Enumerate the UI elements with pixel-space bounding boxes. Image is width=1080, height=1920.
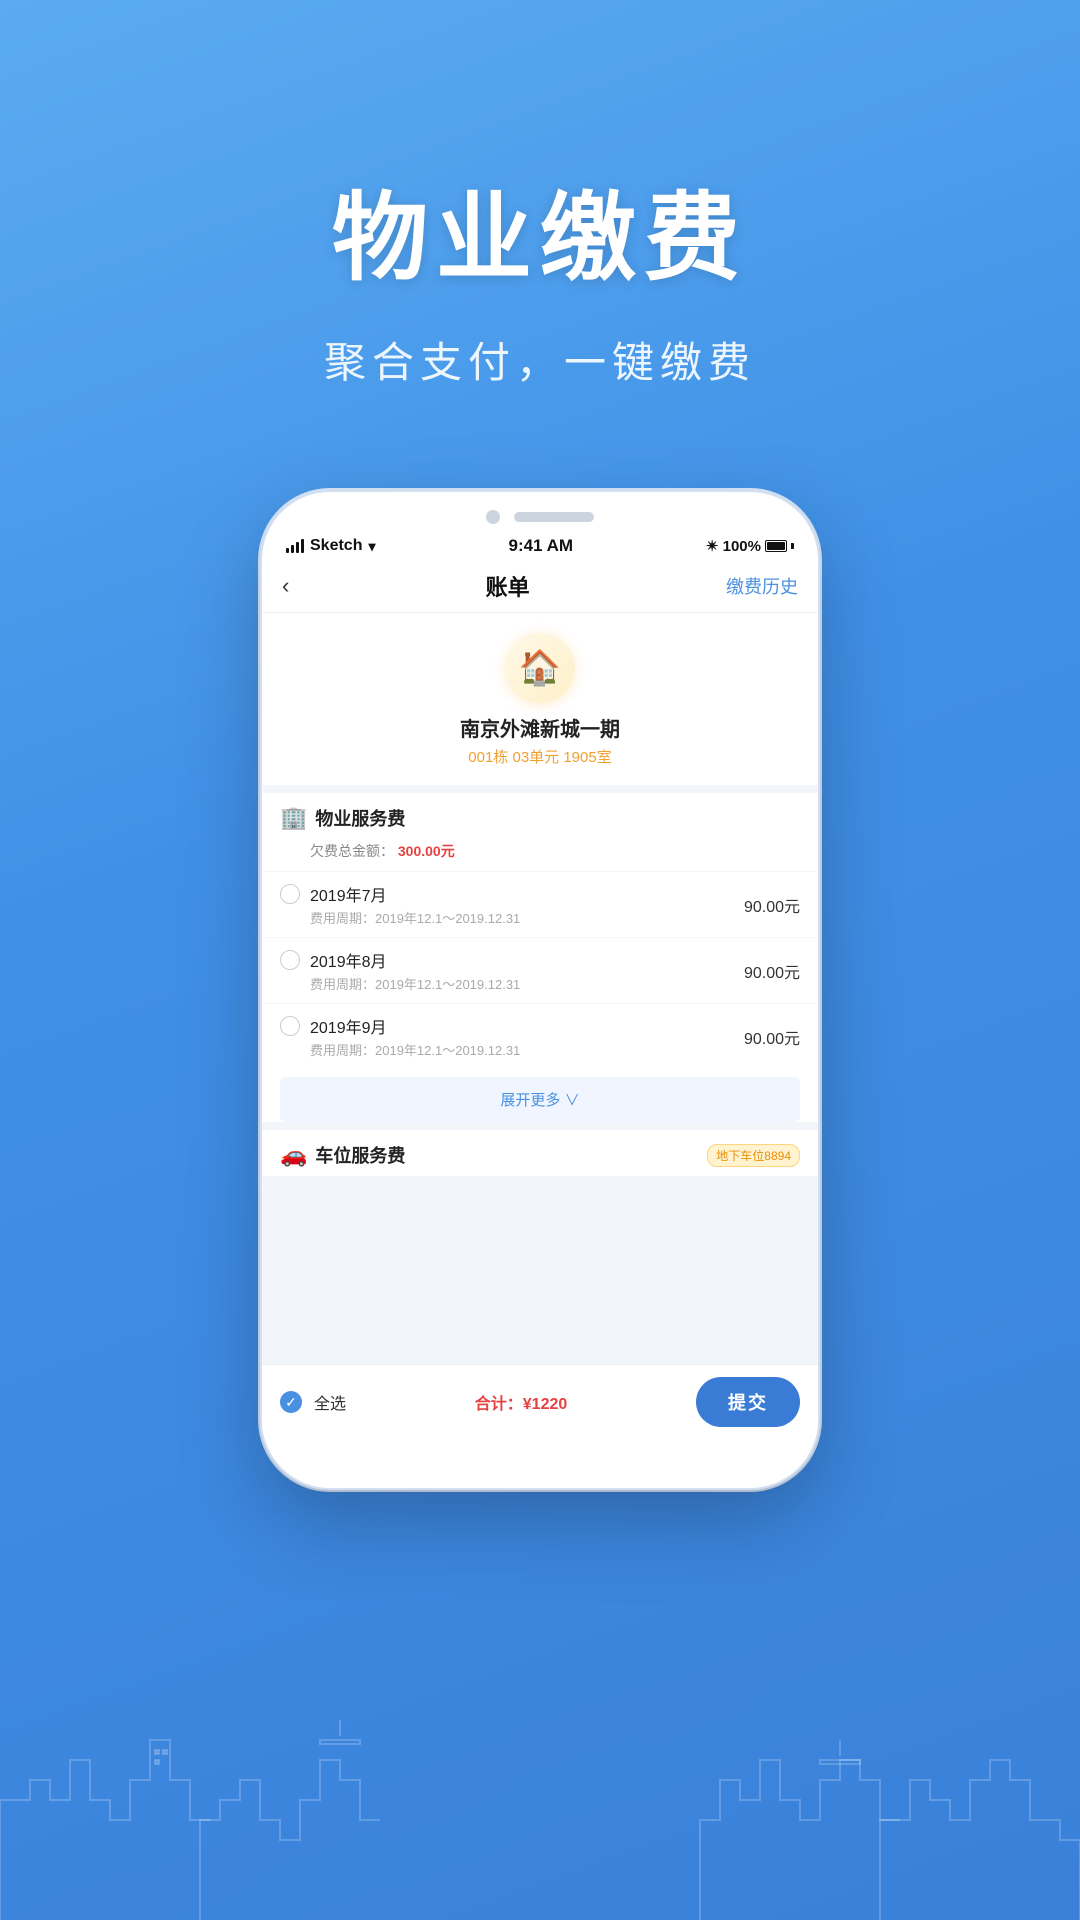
fee-owed-label: 欠费总金额： <box>310 843 394 859</box>
property-address: 001栋 03单元 1905室 <box>468 746 611 767</box>
battery-percent: 100% <box>723 538 761 555</box>
fee-item[interactable]: 2019年9月 费用周期：2019年12.1～2019.12.31 90.00元 <box>262 1003 818 1069</box>
fee-owed-row: 欠费总金额： 300.00元 <box>262 839 818 871</box>
fee-item[interactable]: 2019年7月 费用周期：2019年12.1～2019.12.31 90.00元 <box>262 871 818 937</box>
select-all-label: 全选 <box>314 1390 346 1414</box>
fee-item-price: 90.00元 <box>744 893 800 917</box>
battery-icon <box>765 540 787 552</box>
expand-more-button[interactable]: 展开更多 ∨ <box>280 1077 800 1122</box>
submit-button[interactable]: 提交 <box>696 1377 800 1427</box>
property-header: 🏠 南京外滩新城一期 001栋 03单元 1905室 <box>262 613 818 785</box>
fee-item-period: 费用周期：2019年12.1～2019.12.31 <box>310 1040 734 1059</box>
fee-owed-amount: 300.00元 <box>398 843 455 859</box>
phone-container: Sketch ▾ 9:41 AM ✴ 100% ‹ 账单 缴费历史 <box>0 490 1080 1490</box>
property-name: 南京外滩新城一期 <box>460 713 620 742</box>
fee-item-period: 费用周期：2019年12.1～2019.12.31 <box>310 974 734 993</box>
hero-title: 物业缴费 <box>0 160 1080 299</box>
expand-label: 展开更多 ∨ <box>500 1089 579 1110</box>
signal-icon <box>286 539 304 553</box>
fee-item-checkbox[interactable] <box>280 884 300 904</box>
total-value: ¥1220 <box>523 1396 568 1413</box>
wifi-icon: ▾ <box>368 538 375 555</box>
fee-item-price: 90.00元 <box>744 959 800 983</box>
phone-top-bar <box>262 492 818 532</box>
fee-item-checkbox[interactable] <box>280 1016 300 1036</box>
select-all-checkbox[interactable]: ✓ <box>280 1391 302 1413</box>
property-icon: 🏠 <box>519 648 561 688</box>
app-navbar: ‹ 账单 缴费历史 <box>262 562 818 613</box>
total-amount: 合计：¥1220 <box>358 1390 684 1414</box>
hero-section: 物业缴费 聚合支付，一键缴费 <box>0 0 1080 450</box>
fee-item-month: 2019年9月 <box>310 1014 734 1038</box>
payment-history-button[interactable]: 缴费历史 <box>726 573 798 599</box>
property-fee-card: 🏢 物业服务费 欠费总金额： 300.00元 2019年7月 费用周期：2019… <box>262 793 818 1122</box>
parking-fee-card: 🚗 车位服务费 地下车位8894 <box>262 1130 818 1176</box>
fee-item-month: 2019年8月 <box>310 948 734 972</box>
carrier-label: Sketch <box>310 537 362 555</box>
status-bar: Sketch ▾ 9:41 AM ✴ 100% <box>262 532 818 562</box>
fee-item-period: 费用周期：2019年12.1～2019.12.31 <box>310 908 734 927</box>
phone-mockup: Sketch ▾ 9:41 AM ✴ 100% ‹ 账单 缴费历史 <box>260 490 820 1490</box>
bluetooth-icon: ✴ <box>706 537 719 555</box>
parking-fee-header: 🚗 车位服务费 地下车位8894 <box>262 1130 818 1176</box>
parking-fee-title: 车位服务费 <box>315 1142 699 1168</box>
front-camera <box>486 510 500 524</box>
bottom-bar: ✓ 全选 合计：¥1220 提交 <box>262 1364 818 1439</box>
fee-item-price: 90.00元 <box>744 1025 800 1049</box>
status-left: Sketch ▾ <box>286 537 376 555</box>
hero-subtitle: 聚合支付，一键缴费 <box>0 329 1080 390</box>
status-right: ✴ 100% <box>706 537 794 555</box>
back-button[interactable]: ‹ <box>282 573 289 599</box>
fee-item-month: 2019年7月 <box>310 882 734 906</box>
fee-card-header: 🏢 物业服务费 <box>262 793 818 839</box>
total-label: 合计： <box>475 1396 523 1413</box>
building-icon: 🏢 <box>280 805 307 831</box>
fee-title: 物业服务费 <box>315 805 800 831</box>
car-icon: 🚗 <box>280 1142 307 1168</box>
fee-item[interactable]: 2019年8月 费用周期：2019年12.1～2019.12.31 90.00元 <box>262 937 818 1003</box>
fee-item-checkbox[interactable] <box>280 950 300 970</box>
page-title: 账单 <box>486 570 530 602</box>
status-time: 9:41 AM <box>508 536 573 556</box>
earpiece <box>514 512 594 522</box>
app-content: 🏠 南京外滩新城一期 001栋 03单元 1905室 🏢 物业服务费 欠费总金额… <box>262 613 818 1439</box>
property-icon-wrap: 🏠 <box>505 633 575 703</box>
parking-badge: 地下车位8894 <box>707 1144 800 1167</box>
